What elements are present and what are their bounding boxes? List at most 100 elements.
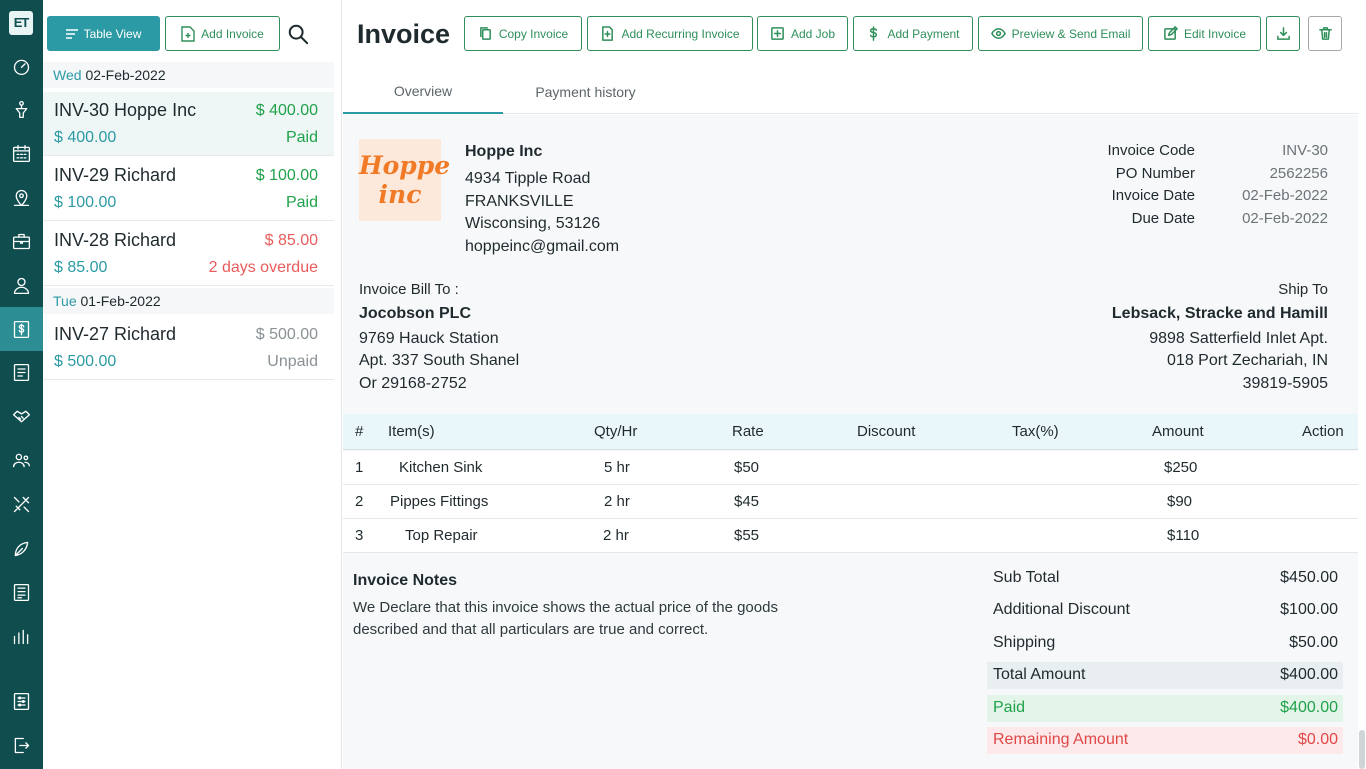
subtotal-value: $450.00 [1280, 569, 1338, 586]
po-number-value: 2562256 [1269, 165, 1328, 182]
rail-calendar[interactable] [0, 131, 43, 175]
plus-square-icon [771, 27, 784, 40]
row-amount: $90 [1167, 493, 1193, 510]
date-group-header: Tue 01-Feb-2022 [43, 288, 334, 314]
invoice-list-item[interactable]: INV-27 Richard $ 500.00 $ 500.00 Unpaid [43, 316, 334, 380]
download-icon [1276, 27, 1290, 40]
add-document-icon [181, 25, 195, 42]
preview-send-email-label: Preview & Send Email [1011, 26, 1131, 41]
paid-label: Paid [993, 699, 1026, 716]
row-qty: 2 hr [604, 493, 630, 510]
invoice-status: 2 days overdue [208, 259, 318, 276]
edit-invoice-button[interactable]: Edit Invoice [1148, 16, 1261, 51]
rail-jobs[interactable] [0, 219, 43, 263]
company-email[interactable]: hoppeinc@gmail.com [465, 238, 619, 256]
row-item: Top Repair [405, 527, 478, 544]
edit-invoice-label: Edit Invoice [1183, 26, 1247, 41]
col-tax: Tax(%) [1012, 423, 1059, 440]
col-number: # [355, 423, 364, 440]
invoice-tabs: Overview Payment history [343, 70, 1358, 114]
rail-analytics[interactable] [0, 614, 43, 658]
invoice-list-item[interactable]: INV-28 Richard $ 85.00 $ 85.00 2 days ov… [43, 222, 334, 286]
dashboard-icon [13, 59, 30, 75]
rail-customers[interactable] [0, 263, 43, 307]
search-icon[interactable] [287, 23, 309, 45]
scrollbar-thumb[interactable] [1359, 730, 1365, 769]
copy-invoice-label: Copy Invoice [498, 26, 569, 41]
rail-invoices[interactable] [0, 307, 43, 351]
company-address: 4934 Tipple Road [465, 170, 591, 187]
date-group-header: Wed 02-Feb-2022 [43, 62, 334, 88]
rail-dashboard[interactable] [0, 44, 43, 88]
ship-to-line3: 39819-5905 [1242, 375, 1328, 392]
tab-payment-history[interactable]: Payment history [503, 70, 668, 114]
rail-reports[interactable] [0, 570, 43, 614]
user-icon [13, 277, 30, 294]
preview-send-email-button[interactable]: Preview & Send Email [978, 16, 1143, 51]
company-logo: Hoppe inc [359, 139, 450, 221]
trash-icon [1318, 27, 1332, 40]
invoice-date-label: Invoice Date [1111, 187, 1195, 204]
paid-row: Paid $400.00 [987, 695, 1343, 722]
dollar-icon [13, 320, 30, 338]
rail-logout[interactable] [0, 723, 43, 767]
team-icon [12, 453, 31, 467]
row-number: 2 [355, 493, 364, 510]
table-view-label: Table View [83, 26, 142, 41]
rail-services[interactable] [0, 526, 43, 570]
row-number: 1 [355, 459, 364, 476]
invoice-title: INV-27 Richard [54, 324, 177, 344]
rail-leads[interactable] [0, 87, 43, 131]
discount-row: Additional Discount $100.00 [987, 597, 1343, 624]
page-title: Invoice [357, 19, 451, 49]
add-payment-label: Add Payment [887, 26, 960, 41]
invoice-detail: Invoice Copy Invoice Add Recurring Invoi… [343, 0, 1358, 769]
ship-to-line2: 018 Port Zechariah, IN [1167, 352, 1328, 369]
invoice-sub-amount: $ 85.00 [54, 259, 108, 276]
settings-sliders-icon [13, 692, 30, 710]
invoice-amount: $ 400.00 [255, 102, 318, 119]
rail-tools[interactable] [0, 482, 43, 526]
rail-estimates[interactable] [0, 350, 43, 394]
company-logo-text: inc [378, 180, 422, 209]
app-logo[interactable]: ET [9, 11, 33, 35]
row-rate: $45 [734, 493, 760, 510]
eye-icon [990, 28, 1006, 39]
report-icon [13, 583, 30, 601]
ship-to-line1: 9898 Satterfield Inlet Apt. [1149, 330, 1328, 347]
rail-settings[interactable] [0, 679, 43, 723]
row-item: Kitchen Sink [399, 459, 483, 476]
company-city: FRANKSVILLE [465, 193, 574, 210]
add-recurring-invoice-button[interactable]: Add Recurring Invoice [587, 16, 753, 51]
rail-map[interactable] [0, 175, 43, 219]
add-job-label: Add Job [790, 26, 836, 41]
bill-to-name: Jocobson PLC [359, 305, 472, 322]
nav-rail: ET [0, 0, 43, 769]
subtotal-label: Sub Total [993, 569, 1060, 586]
delete-button[interactable] [1308, 16, 1342, 51]
add-invoice-button[interactable]: Add Invoice [165, 16, 280, 51]
col-qty: Qty/Hr [594, 423, 638, 440]
invoice-date-value: 02-Feb-2022 [1242, 187, 1328, 204]
download-button[interactable] [1266, 16, 1300, 51]
copy-invoice-button[interactable]: Copy Invoice [464, 16, 582, 51]
page-scrollbar[interactable] [1358, 0, 1366, 769]
row-qty: 2 hr [603, 527, 629, 544]
add-payment-button[interactable]: Add Payment [853, 16, 973, 51]
add-job-button[interactable]: Add Job [757, 16, 848, 51]
tab-overview[interactable]: Overview [343, 70, 503, 114]
table-view-button[interactable]: Table View [47, 16, 160, 51]
invoice-list-item[interactable]: INV-30 Hoppe Inc $ 400.00 $ 400.00 Paid [43, 92, 334, 156]
leaf-icon [14, 541, 29, 556]
tools-icon [13, 496, 30, 512]
add-document-icon [602, 26, 614, 41]
row-item: Pippes Fittings [390, 493, 489, 510]
col-rate: Rate [732, 423, 764, 440]
invoice-list-panel: Table View Add Invoice Wed 02-Feb-2022 I… [43, 0, 342, 769]
row-rate: $50 [734, 459, 760, 476]
invoice-list-item[interactable]: INV-29 Richard $ 100.00 $ 100.00 Paid [43, 157, 334, 221]
rail-deals[interactable] [0, 394, 43, 438]
rail-team[interactable] [0, 438, 43, 482]
invoice-title: INV-29 Richard [54, 165, 177, 185]
date-weekday: Tue [53, 293, 77, 309]
